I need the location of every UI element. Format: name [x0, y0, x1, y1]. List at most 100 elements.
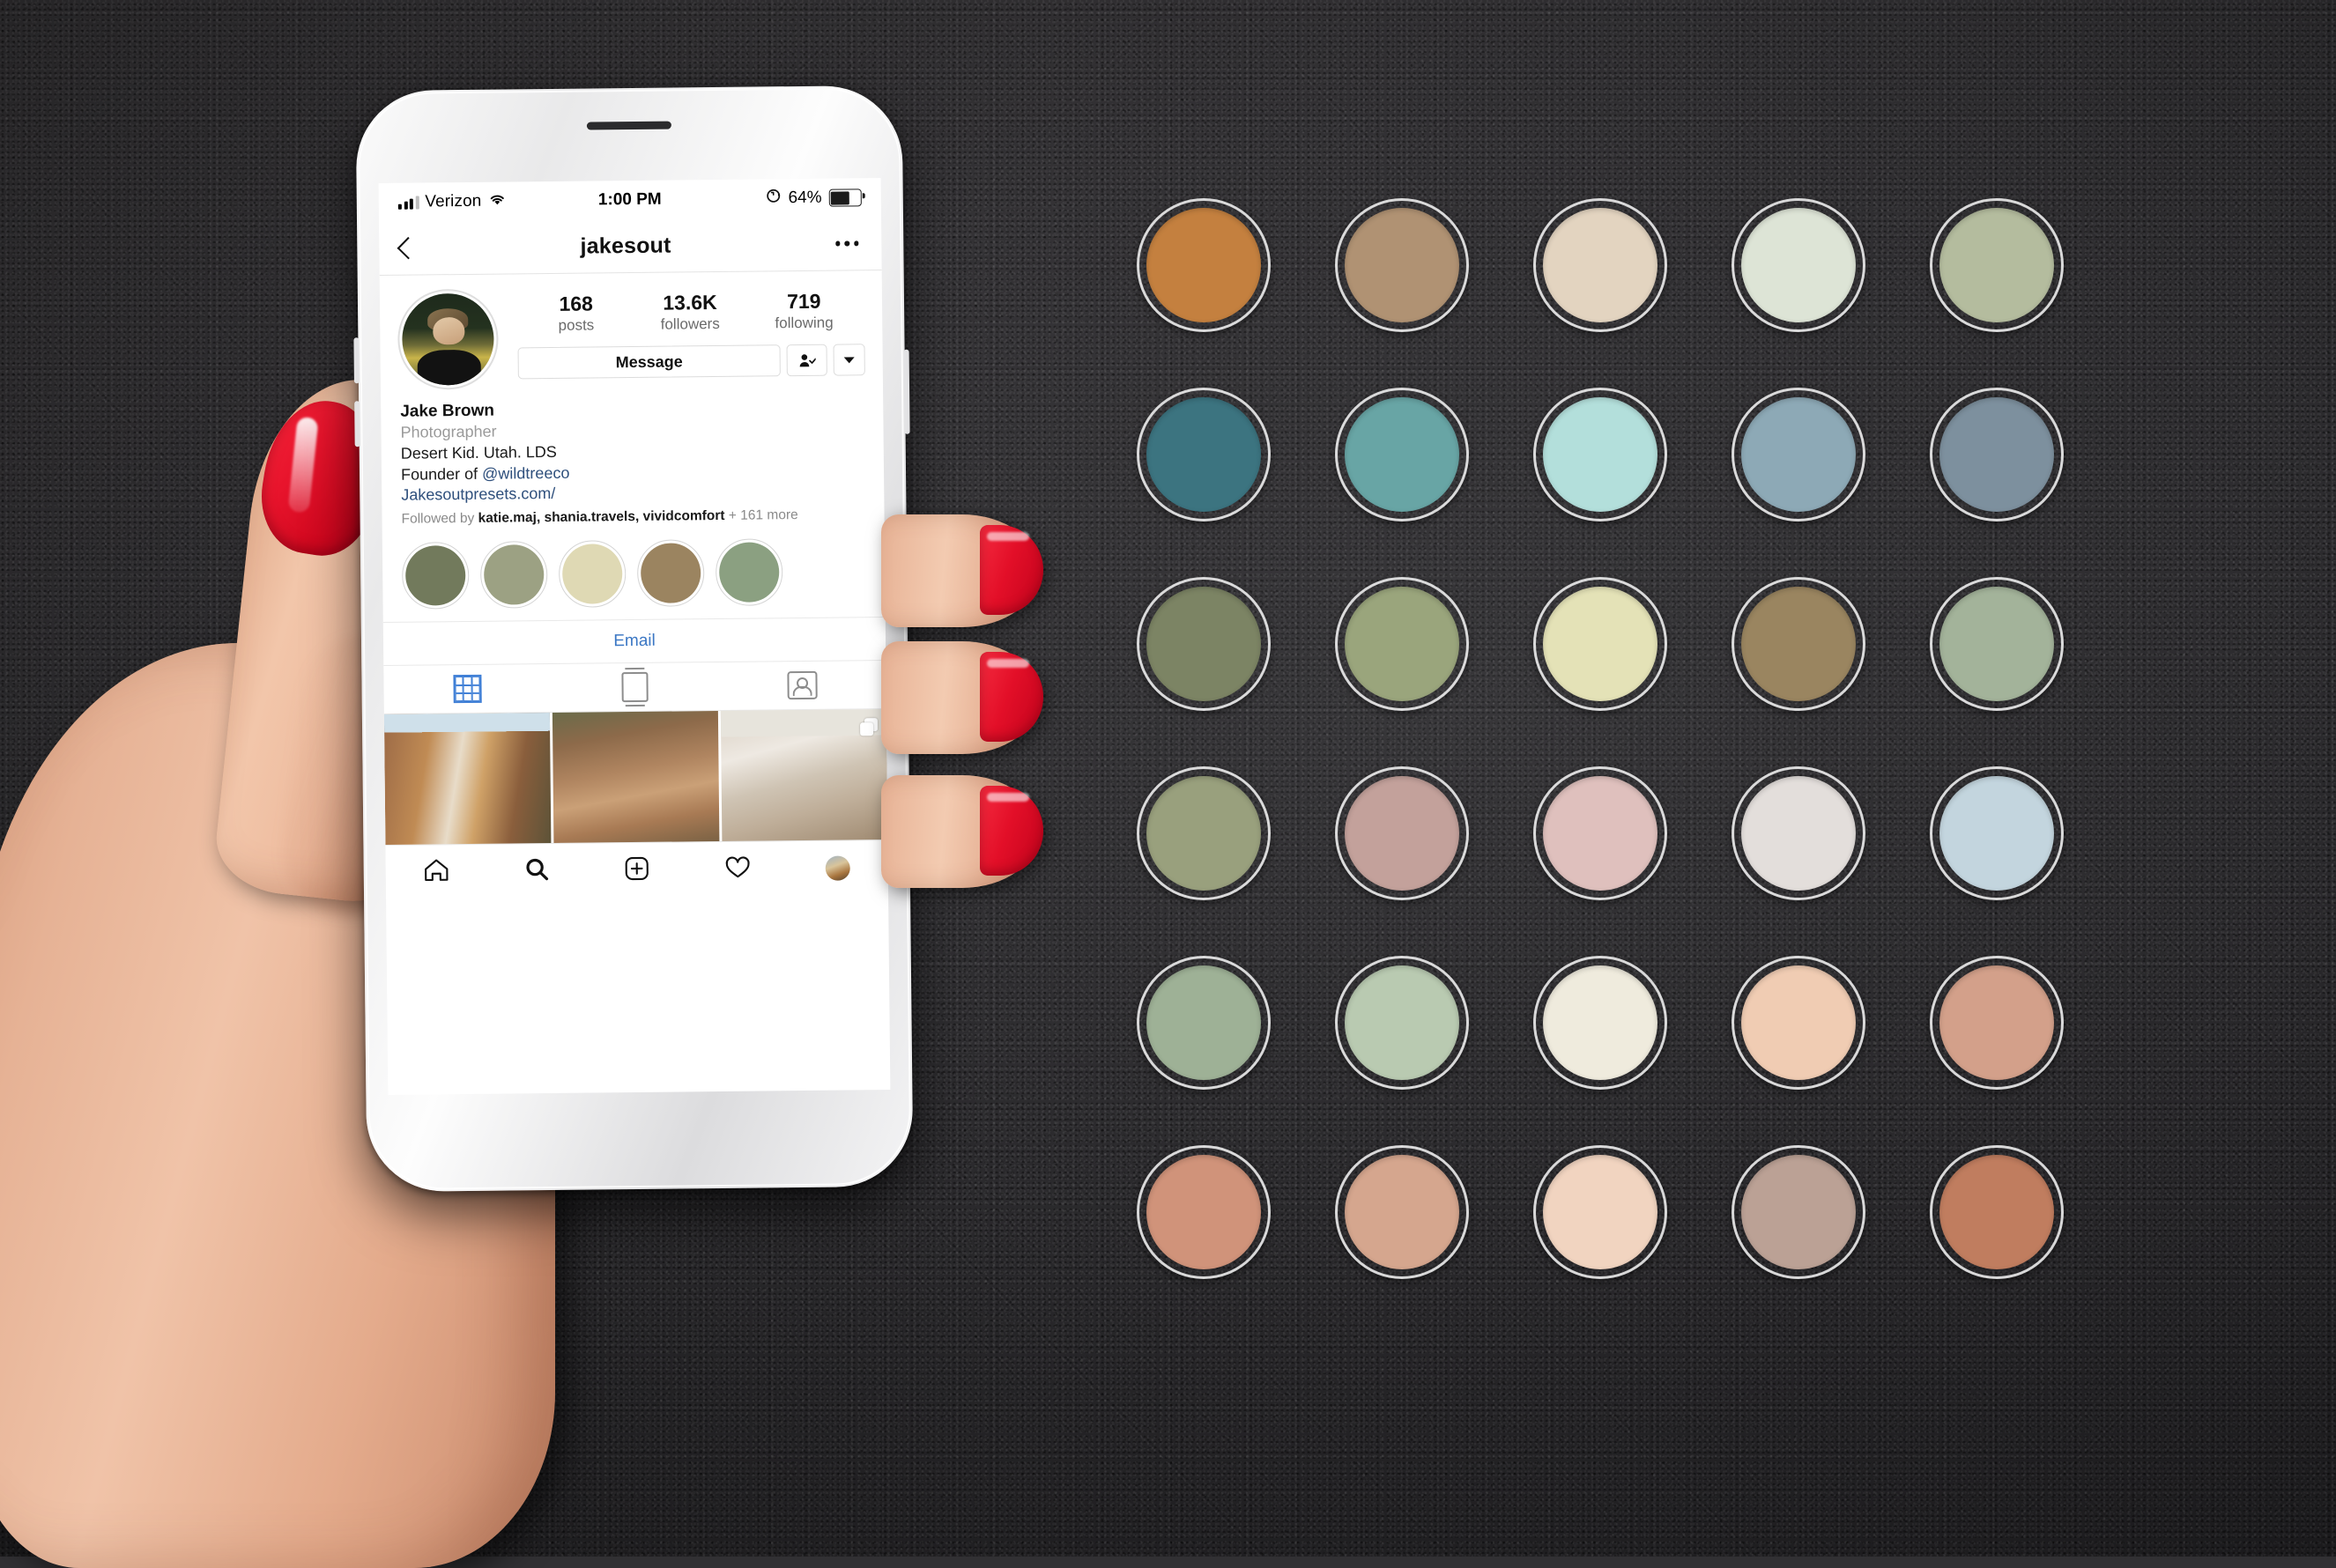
tabbar-profile[interactable]	[788, 855, 888, 881]
story-highlight-3[interactable]	[558, 540, 627, 609]
story-highlight-4[interactable]	[636, 539, 705, 608]
swatch-fill	[1345, 1155, 1459, 1269]
color-swatch-r4-c4[interactable]	[1732, 766, 1865, 900]
volume-down-button[interactable]	[354, 401, 360, 447]
search-icon	[524, 857, 548, 885]
color-swatch-r1-c5[interactable]	[1930, 198, 2064, 332]
color-swatch-r2-c2[interactable]	[1335, 388, 1469, 521]
color-swatch-r1-c2[interactable]	[1335, 198, 1469, 332]
reels-tab-icon	[621, 672, 649, 703]
cellular-bars-icon	[397, 196, 419, 210]
followers-count: 13.6K	[663, 290, 717, 314]
website-link[interactable]: Jakesoutpresets.com/	[401, 484, 555, 504]
color-swatch-r1-c1[interactable]	[1137, 198, 1271, 332]
color-swatch-r6-c2[interactable]	[1335, 1145, 1469, 1279]
color-swatch-r3-c5[interactable]	[1930, 577, 2064, 711]
index-finger	[881, 514, 1043, 627]
swatch-fill	[1939, 208, 2054, 322]
color-swatch-r4-c2[interactable]	[1335, 766, 1469, 900]
email-label: Email	[613, 631, 656, 651]
message-button[interactable]: Message	[517, 344, 781, 380]
story-highlight-1[interactable]	[401, 542, 470, 610]
color-swatch-r4-c1[interactable]	[1137, 766, 1271, 900]
color-swatch-r3-c4[interactable]	[1732, 577, 1865, 711]
color-swatch-r1-c4[interactable]	[1732, 198, 1865, 332]
content-tabs	[383, 661, 886, 715]
power-button[interactable]	[903, 349, 910, 434]
swatch-fill	[1543, 776, 1657, 891]
color-swatch-r2-c3[interactable]	[1533, 388, 1667, 521]
color-swatch-r3-c1[interactable]	[1137, 577, 1271, 711]
color-swatch-r6-c1[interactable]	[1137, 1145, 1271, 1279]
email-button[interactable]: Email	[382, 617, 886, 667]
color-swatch-r2-c4[interactable]	[1732, 388, 1865, 521]
avatar-face	[433, 317, 465, 345]
stat-followers[interactable]: 13.6K followers	[656, 290, 724, 334]
tabbar-home[interactable]	[386, 858, 486, 887]
post-thumbnail-3[interactable]	[720, 709, 888, 842]
stat-posts[interactable]: 168 posts	[542, 292, 611, 335]
color-swatch-r6-c5[interactable]	[1930, 1145, 2064, 1279]
post-thumbnail-2[interactable]	[552, 711, 720, 844]
swatch-fill	[1543, 208, 1657, 322]
color-swatch-r2-c5[interactable]	[1930, 388, 2064, 521]
status-time: 1:00 PM	[597, 189, 662, 210]
tab-reels[interactable]	[551, 671, 718, 703]
followed-by-suffix: + 161 more	[724, 507, 798, 523]
swatch-fill	[1345, 965, 1459, 1080]
color-swatch-r6-c4[interactable]	[1732, 1145, 1865, 1279]
wifi-icon	[487, 191, 506, 211]
posts-count: 168	[559, 292, 593, 315]
following-count: 719	[786, 289, 821, 314]
swatch-fill	[1543, 397, 1657, 512]
color-swatch-r6-c3[interactable]	[1533, 1145, 1667, 1279]
color-swatch-r5-c1[interactable]	[1137, 956, 1271, 1090]
color-swatch-r4-c3[interactable]	[1533, 766, 1667, 900]
color-swatch-r5-c5[interactable]	[1930, 956, 2064, 1090]
add-post-icon	[625, 856, 649, 885]
swatch-fill	[1146, 208, 1261, 322]
tab-grid[interactable]	[383, 674, 551, 704]
color-swatch-r2-c1[interactable]	[1137, 388, 1271, 521]
story-highlight-5[interactable]	[715, 538, 783, 607]
post-thumbnail-1[interactable]	[383, 713, 552, 846]
middle-finger	[881, 641, 1043, 754]
color-swatch-r3-c2[interactable]	[1335, 577, 1469, 711]
battery-icon	[828, 189, 862, 207]
color-swatch-grid	[1137, 198, 2128, 1335]
swatch-fill	[1543, 965, 1657, 1080]
swatch-fill	[1543, 587, 1657, 701]
color-swatch-r5-c2[interactable]	[1335, 956, 1469, 1090]
story-highlights	[400, 523, 868, 622]
profile-stats: 168 posts 13.6K followers 719 following	[514, 285, 865, 380]
swatch-fill	[1741, 965, 1856, 1080]
swatch-fill	[1939, 1155, 2054, 1269]
color-swatch-r1-c3[interactable]	[1533, 198, 1667, 332]
tabbar-activity[interactable]	[687, 855, 788, 884]
followers-label: followers	[660, 314, 720, 333]
more-options-icon[interactable]	[834, 240, 859, 247]
stat-following[interactable]: 719 following	[769, 289, 838, 333]
swatch-fill	[1741, 397, 1856, 512]
swatch-fill	[1146, 965, 1261, 1080]
story-highlight-2[interactable]	[479, 541, 548, 610]
profile-avatar-icon	[825, 855, 850, 881]
color-swatch-r5-c3[interactable]	[1533, 956, 1667, 1090]
tab-tagged[interactable]	[718, 670, 886, 700]
color-swatch-r4-c5[interactable]	[1930, 766, 2064, 900]
color-swatch-r3-c3[interactable]	[1533, 577, 1667, 711]
tabbar-search[interactable]	[486, 857, 587, 886]
chevron-down-icon	[843, 356, 855, 363]
smartphone-device: Verizon 1:00 PM 64% jakesout 168 posts 1…	[353, 85, 914, 1193]
swatch-fill	[1146, 776, 1261, 891]
profile-section: 168 posts 13.6K followers 719 following	[380, 270, 886, 622]
color-swatch-r5-c4[interactable]	[1732, 956, 1865, 1090]
bottom-tab-bar	[385, 839, 889, 901]
swatch-fill	[1146, 1155, 1261, 1269]
options-dropdown-button[interactable]	[833, 344, 865, 376]
tabbar-add-post[interactable]	[587, 855, 687, 885]
mention-link[interactable]: @wildtreeco	[482, 463, 570, 482]
following-status-button[interactable]	[786, 344, 827, 377]
avatar[interactable]	[397, 288, 500, 390]
volume-up-button[interactable]	[353, 337, 360, 384]
